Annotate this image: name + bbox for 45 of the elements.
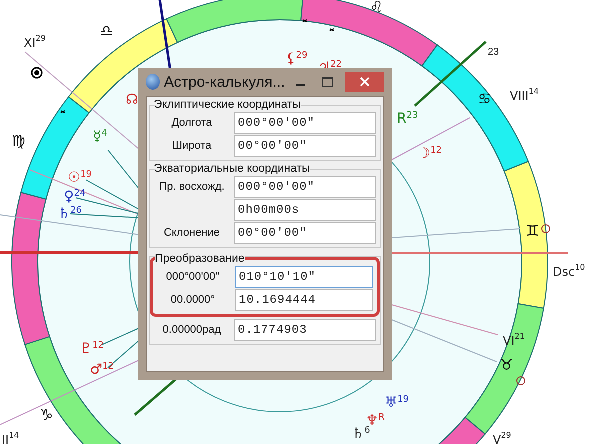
zodiac-sign-glyph: ♎ xyxy=(100,22,114,40)
planet-label: ♄$^{6}$ xyxy=(352,426,370,442)
planet-label: ⚸$^{29}$ xyxy=(286,51,308,67)
planet-label: ♄$^{26}$ xyxy=(58,206,82,222)
input-field[interactable]: 0h00m00s xyxy=(234,199,376,221)
zodiac-sign-glyph: ♉ xyxy=(500,356,514,374)
field-label: 0.00000рад xyxy=(162,324,222,336)
house-label: V$^{29}$ xyxy=(493,431,512,444)
planet-label: ☿$^{4}$ xyxy=(93,129,108,145)
field-label: 00.0000° xyxy=(170,294,216,306)
zodiac-sign-glyph: ♊ xyxy=(526,222,540,240)
house-label: VI$^{21}$ xyxy=(503,332,525,348)
input-field[interactable]: 00°00'00" xyxy=(234,222,376,244)
field-label: Склонение xyxy=(162,227,222,239)
planet-label: ♇$^{12}$ xyxy=(80,341,104,357)
group-title: Экваториальные координаты xyxy=(154,163,310,175)
planet-label: ☽$^{12}$ xyxy=(418,146,442,162)
zodiac-sign-glyph: ♋ xyxy=(478,90,492,108)
planet-label: ♀$^{24}$ xyxy=(64,189,86,205)
cusp-degree: 23 xyxy=(488,47,500,58)
field-label: 000°00'00'' xyxy=(165,271,221,283)
zodiac-sign-glyph: ♍ xyxy=(12,132,26,150)
field-label: Пр. восхожд. xyxy=(158,181,226,193)
zodiac-sign-glyph: ♑ xyxy=(40,406,54,424)
input-field[interactable]: 000°00'00" xyxy=(234,176,376,198)
input-field[interactable]: 00°00'00" xyxy=(234,135,376,157)
field-label: Широта xyxy=(171,140,213,152)
group-title: Эклиптические координаты xyxy=(154,99,301,111)
house-label: II$^{14}$ xyxy=(2,431,20,444)
planet-label: ♅$^{19}$ xyxy=(385,395,410,411)
planet-label: R$^{23}$ xyxy=(397,111,418,127)
field-label: Долгота xyxy=(170,117,214,129)
house-label: VIII$^{14}$ xyxy=(510,87,540,103)
input-field[interactable]: 0.1774903 xyxy=(234,319,376,341)
house-label: XI$^{29}$ xyxy=(24,34,46,50)
input-field[interactable]: 000°00'00" xyxy=(234,112,376,134)
zodiac-sign-glyph: ♌ xyxy=(370,0,384,16)
input-field[interactable]: 010°10'10" xyxy=(235,266,373,288)
planet-label: ☉$^{19}$ xyxy=(68,170,92,186)
house-label: Dsc$^{10}$ xyxy=(553,263,586,279)
group-title: Преобразование xyxy=(155,253,245,265)
input-field[interactable]: 10.1694444 xyxy=(235,289,373,311)
planet-label: ☊ xyxy=(126,92,138,108)
planet-label: ♂$^{12}$ xyxy=(90,362,114,378)
window-title: Астро-калькуля... xyxy=(164,74,286,90)
